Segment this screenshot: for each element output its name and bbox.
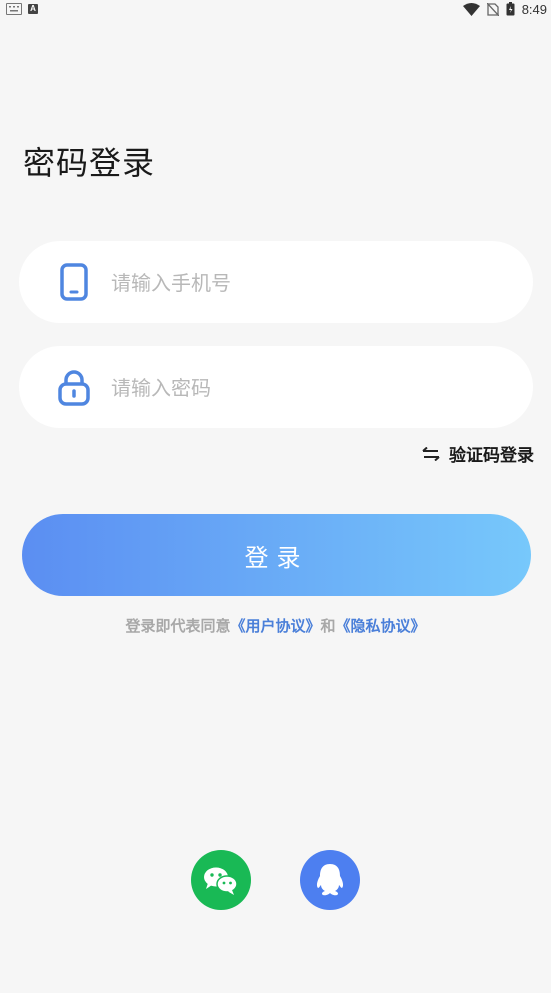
a-app-icon: A <box>28 4 38 14</box>
qq-login-button[interactable] <box>300 850 360 910</box>
wechat-login-button[interactable] <box>191 850 251 910</box>
wechat-icon <box>204 867 238 895</box>
keyboard-icon <box>6 3 22 15</box>
no-sim-icon <box>486 2 499 16</box>
status-left: A <box>6 3 38 15</box>
login-button[interactable]: 登录 <box>22 514 531 596</box>
agreement-text: 登录即代表同意《用户协议》和《隐私协议》 <box>0 615 551 636</box>
status-right: 8:49 <box>462 0 547 18</box>
agreement-and: 和 <box>320 617 336 635</box>
switch-login-label: 验证码登录 <box>449 446 534 466</box>
status-time: 8:49 <box>521 1 547 17</box>
phone-icon <box>60 263 88 301</box>
status-bar: A 8:49 <box>0 0 551 18</box>
wifi-icon <box>462 2 480 16</box>
password-input[interactable] <box>109 366 493 410</box>
phone-input[interactable] <box>109 261 493 305</box>
privacy-agreement-link[interactable]: 《隐私协议》 <box>336 617 426 635</box>
phone-field <box>19 241 533 323</box>
swap-icon <box>422 446 440 461</box>
lock-icon <box>58 370 90 406</box>
page-title: 密码登录 <box>23 144 156 182</box>
switch-to-code-login[interactable]: 验证码登录 <box>422 441 534 466</box>
agreement-prefix: 登录即代表同意 <box>125 617 231 635</box>
user-agreement-link[interactable]: 《用户协议》 <box>230 617 320 635</box>
battery-icon <box>506 2 515 16</box>
qq-icon <box>316 864 344 896</box>
password-field <box>19 346 533 428</box>
